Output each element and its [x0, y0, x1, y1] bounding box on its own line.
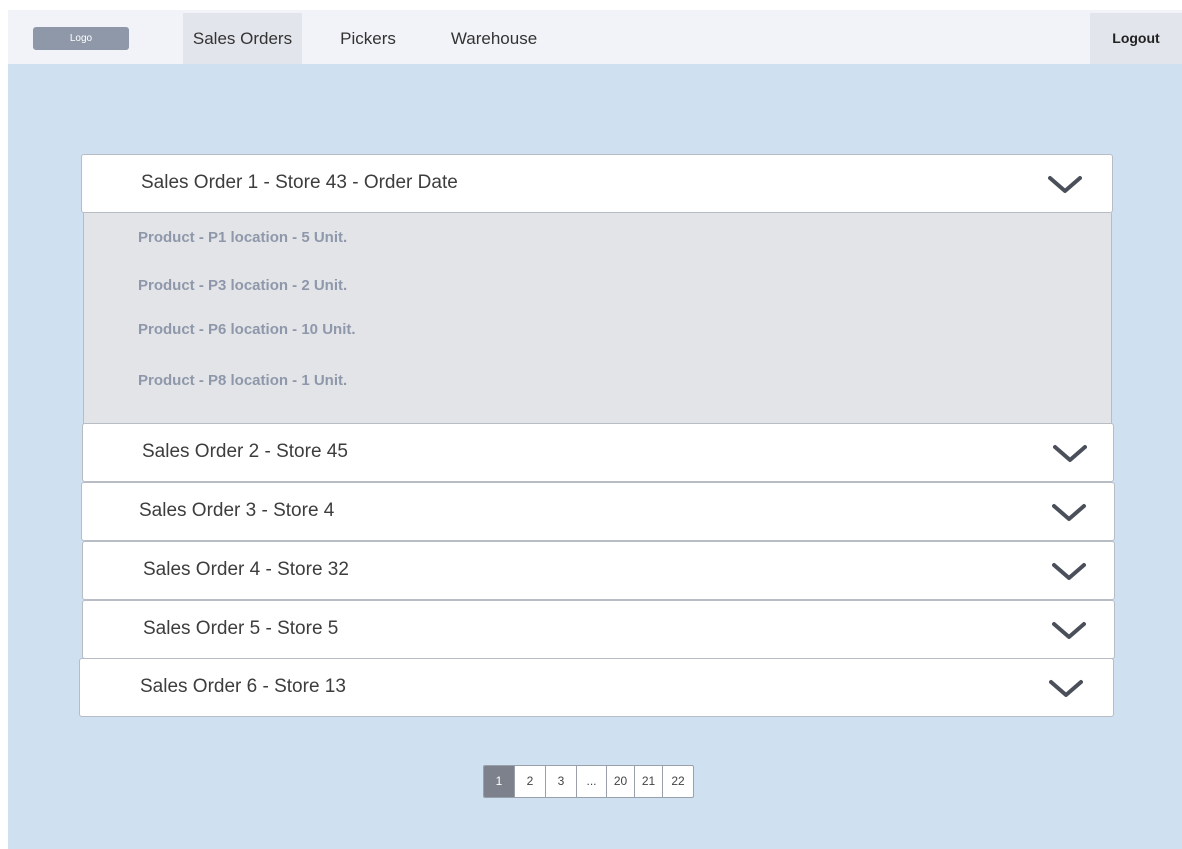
chevron-down-icon[interactable]: [1049, 679, 1083, 699]
product-line: Product - P6 location - 10 Unit.: [138, 321, 356, 338]
nav-warehouse[interactable]: Warehouse: [437, 13, 551, 64]
order-title: Sales Order 4 - Store 32: [143, 559, 349, 580]
order-title: Sales Order 5 - Store 5: [143, 618, 339, 639]
order-row-4[interactable]: Sales Order 4 - Store 32: [82, 541, 1115, 600]
order-title: Sales Order 2 - Store 45: [142, 441, 348, 462]
page-button[interactable]: 2: [515, 766, 546, 797]
page-button-current[interactable]: 1: [484, 766, 515, 797]
order-title: Sales Order 6 - Store 13: [140, 676, 346, 697]
top-navbar: Logo Sales Orders Pickers Warehouse Logo…: [8, 10, 1182, 64]
product-line: Product - P3 location - 2 Unit.: [138, 277, 348, 294]
logout-button[interactable]: Logout: [1090, 13, 1182, 64]
page-button[interactable]: 22: [663, 766, 693, 797]
order-title: Sales Order 1 - Store 43 - Order Date: [141, 172, 458, 193]
product-line: Product - P1 location - 5 Unit.: [138, 229, 348, 246]
page-button[interactable]: 20: [607, 766, 635, 797]
chevron-down-icon[interactable]: [1052, 503, 1086, 523]
chevron-down-icon[interactable]: [1048, 175, 1082, 195]
order-row-6[interactable]: Sales Order 6 - Store 13: [79, 658, 1114, 717]
nav-pickers[interactable]: Pickers: [321, 13, 415, 64]
chevron-down-icon[interactable]: [1053, 444, 1087, 464]
nav-sales-orders[interactable]: Sales Orders: [183, 13, 302, 64]
page-ellipsis: ...: [577, 766, 607, 797]
app-frame: Logo Sales Orders Pickers Warehouse Logo…: [8, 10, 1182, 849]
order-row-2[interactable]: Sales Order 2 - Store 45: [82, 423, 1114, 482]
order-1-details-panel: Product - P1 location - 5 Unit. Product …: [83, 213, 1112, 424]
order-title: Sales Order 3 - Store 4: [139, 500, 335, 521]
page-button[interactable]: 3: [546, 766, 577, 797]
chevron-down-icon[interactable]: [1052, 621, 1086, 641]
page-button[interactable]: 21: [635, 766, 663, 797]
chevron-down-icon[interactable]: [1052, 562, 1086, 582]
logo[interactable]: Logo: [33, 27, 129, 50]
pagination: 1 2 3 ... 20 21 22: [483, 765, 694, 798]
product-line: Product - P8 location - 1 Unit.: [138, 372, 348, 389]
order-row-3[interactable]: Sales Order 3 - Store 4: [81, 482, 1115, 541]
order-row-1[interactable]: Sales Order 1 - Store 43 - Order Date: [81, 154, 1113, 213]
order-row-5[interactable]: Sales Order 5 - Store 5: [82, 600, 1115, 659]
